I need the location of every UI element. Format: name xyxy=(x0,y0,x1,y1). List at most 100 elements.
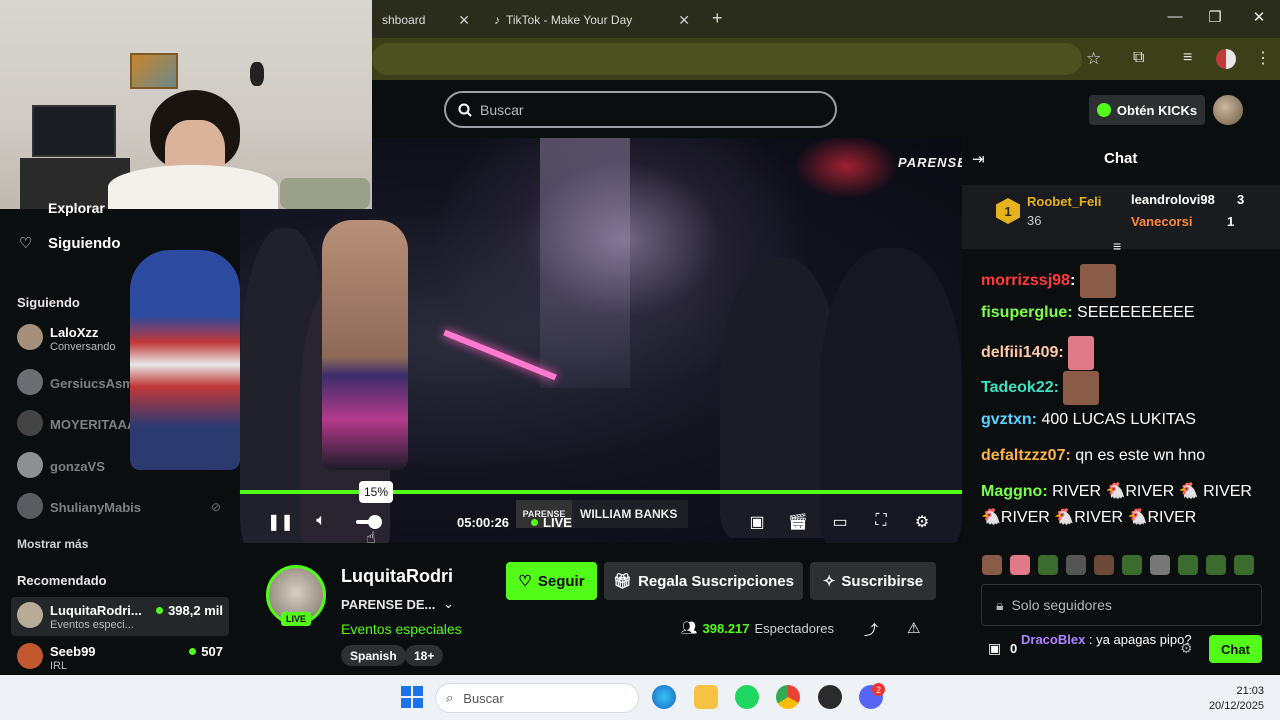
avatar xyxy=(17,493,43,519)
channel-name: gonzaVS xyxy=(50,459,105,474)
chat-message: Maggno: RIVER 🐔RIVER 🐔 RIVER 🐔RIVER 🐔RIV… xyxy=(981,483,1252,526)
pause-icon[interactable]: ❚❚ xyxy=(267,512,294,532)
heart-icon: ♡ xyxy=(19,235,33,252)
chat-text: 400 LUCAS LUKITAS xyxy=(1041,411,1196,428)
close-tab-icon[interactable]: ✕ xyxy=(458,12,470,29)
sidebar-channel-seeb99[interactable]: Seeb99 IRL 507 xyxy=(17,641,227,677)
live-dot-icon xyxy=(531,519,538,526)
top-gifter-name[interactable]: Roobet_Feli xyxy=(1027,194,1101,209)
tab-dashboard[interactable]: shboard ✕ xyxy=(372,6,480,34)
extensions-icon[interactable]: ⧉ xyxy=(1133,49,1144,67)
kicks-wallet-icon[interactable]: ▣ xyxy=(988,640,1001,657)
volume-icon[interactable]: 🔈︎ xyxy=(309,512,333,530)
channel-name[interactable]: LuquitaRodri xyxy=(341,566,463,587)
profile-avatar[interactable] xyxy=(1216,49,1236,69)
emote-icon[interactable] xyxy=(1234,555,1254,575)
clock-time: 21:03 xyxy=(1236,685,1264,697)
live-progress-bar[interactable] xyxy=(240,490,962,494)
new-tab-button[interactable]: + xyxy=(712,8,723,29)
fullscreen-icon[interactable]: ⛶ xyxy=(869,512,893,530)
close-tab-icon[interactable]: ✕ xyxy=(678,12,690,29)
subscribe-button[interactable]: ✧ Suscribirse xyxy=(810,562,936,600)
gift-subs-button[interactable]: 🎁︎ Regala Suscripciones xyxy=(604,562,803,600)
emote-icon[interactable] xyxy=(1150,555,1170,575)
stream-watermark: PARENSE xyxy=(898,155,967,170)
collapse-chat-icon[interactable]: ⇥ xyxy=(972,150,985,168)
bookmark-star-icon[interactable]: ☆ xyxy=(1086,49,1101,69)
sidebar-channel-shulianymabis[interactable]: ShulianyMabis ⊘ xyxy=(17,491,227,527)
stream-category-link[interactable]: Eventos especiales xyxy=(341,621,462,637)
settings-gear-icon[interactable]: ⚙ xyxy=(910,512,934,532)
chat-settings-gear-icon[interactable]: ⚙ xyxy=(1180,640,1193,657)
emote-icon[interactable] xyxy=(1010,555,1030,575)
theater-mode-icon[interactable]: ▭ xyxy=(828,512,852,532)
emote-icon xyxy=(1063,371,1100,405)
sidebar-channel-luquitarodri[interactable]: LuquitaRodri... Eventos especi... 398,2 … xyxy=(17,600,227,636)
search-placeholder: Buscar xyxy=(480,101,524,118)
minimize-icon[interactable]: — xyxy=(1160,8,1190,25)
boxer-figure xyxy=(322,220,408,470)
search-icon: ⌕ xyxy=(446,690,454,705)
chevron-down-icon[interactable]: ⌄ xyxy=(443,596,454,612)
gifter-name[interactable]: Vanecorsi xyxy=(1131,214,1192,229)
emote-icon[interactable] xyxy=(982,555,1002,575)
get-kicks-button[interactable]: Obtén KICKs xyxy=(1089,95,1205,125)
chat-username: Tadeok22 xyxy=(981,379,1054,397)
emote-icon[interactable] xyxy=(1038,555,1058,575)
follow-button[interactable]: ♡ Seguir xyxy=(506,562,597,600)
clock-date: 20/12/2025 xyxy=(1208,700,1264,712)
channel-name: ShulianyMabis xyxy=(50,500,142,515)
clip-icon[interactable]: 🎬︎ xyxy=(786,512,810,532)
chat-message: gvztxn: 400 LUCAS LUKITAS xyxy=(981,411,1196,428)
streamer-shirt xyxy=(108,165,278,209)
spotify-icon[interactable] xyxy=(735,685,759,709)
volume-slider-handle[interactable] xyxy=(368,515,382,529)
report-warning-icon[interactable]: ⚠ xyxy=(907,619,920,637)
sparkle-icon: ✧ xyxy=(822,573,836,590)
emote-icon[interactable] xyxy=(1066,555,1086,575)
chrome-icon[interactable] xyxy=(776,685,800,709)
costumed-figure xyxy=(130,250,240,470)
emote-icon[interactable] xyxy=(1206,555,1226,575)
emote-icon[interactable] xyxy=(1122,555,1142,575)
gifter-name[interactable]: leandrolovi98 xyxy=(1131,192,1215,207)
close-window-icon[interactable]: ✕ xyxy=(1244,8,1274,26)
search-icon xyxy=(458,103,472,117)
search-input[interactable]: Buscar xyxy=(444,91,837,128)
tag-mature[interactable]: 18+ xyxy=(405,645,444,666)
sidebar-item-following[interactable]: Siguiendo xyxy=(48,235,121,252)
chat-text: SEEEEEEEEEE xyxy=(1077,304,1195,321)
emote-picker-row[interactable] xyxy=(982,555,1262,579)
edge-icon[interactable] xyxy=(652,685,676,709)
windows-start-icon[interactable] xyxy=(401,686,423,708)
channel-name: GersiucsAsmr xyxy=(50,376,139,391)
user-avatar[interactable] xyxy=(1213,95,1243,125)
volume-tooltip: 15% xyxy=(359,481,393,503)
viewers-icon: 👥︎ xyxy=(681,620,698,635)
media-controls-icon[interactable]: ≡ xyxy=(1183,49,1192,67)
system-clock[interactable]: 21:03 20/12/2025 xyxy=(1209,684,1264,714)
channel-name: LuquitaRodri... xyxy=(50,603,142,618)
tag-language[interactable]: Spanish xyxy=(341,645,406,666)
chat-message: fisuperglue: SEEEEEEEEEE xyxy=(981,304,1195,321)
chat-username: morrizssj98 xyxy=(981,272,1070,290)
file-explorer-icon[interactable] xyxy=(694,685,718,709)
background-sofa xyxy=(280,178,370,209)
show-more-link[interactable]: Mostrar más xyxy=(17,537,88,551)
miniplayer-icon[interactable]: ▣ xyxy=(745,512,769,532)
chat-input-placeholder: Solo seguidores xyxy=(1011,597,1112,613)
restore-icon[interactable]: ❐ xyxy=(1200,8,1230,26)
expand-gifters-icon[interactable]: ≡ xyxy=(1113,238,1121,254)
tab-tiktok[interactable]: ♪ TikTok - Make Your Day ✕ xyxy=(484,6,700,34)
chat-input[interactable]: 🔒︎ Solo seguidores xyxy=(981,584,1262,626)
chat-send-button[interactable]: Chat xyxy=(1209,635,1262,663)
sidebar-item-explore[interactable]: Explorar xyxy=(48,200,105,216)
address-bar[interactable] xyxy=(372,43,1082,75)
emote-icon[interactable] xyxy=(1094,555,1114,575)
taskbar-search[interactable]: ⌕ Buscar xyxy=(435,683,639,713)
share-icon[interactable]: ⤴ xyxy=(864,620,878,640)
obs-icon[interactable] xyxy=(818,685,842,709)
chat-username: Maggno xyxy=(981,483,1043,500)
browser-menu-icon[interactable]: ⋮ xyxy=(1255,48,1271,68)
emote-icon[interactable] xyxy=(1178,555,1198,575)
